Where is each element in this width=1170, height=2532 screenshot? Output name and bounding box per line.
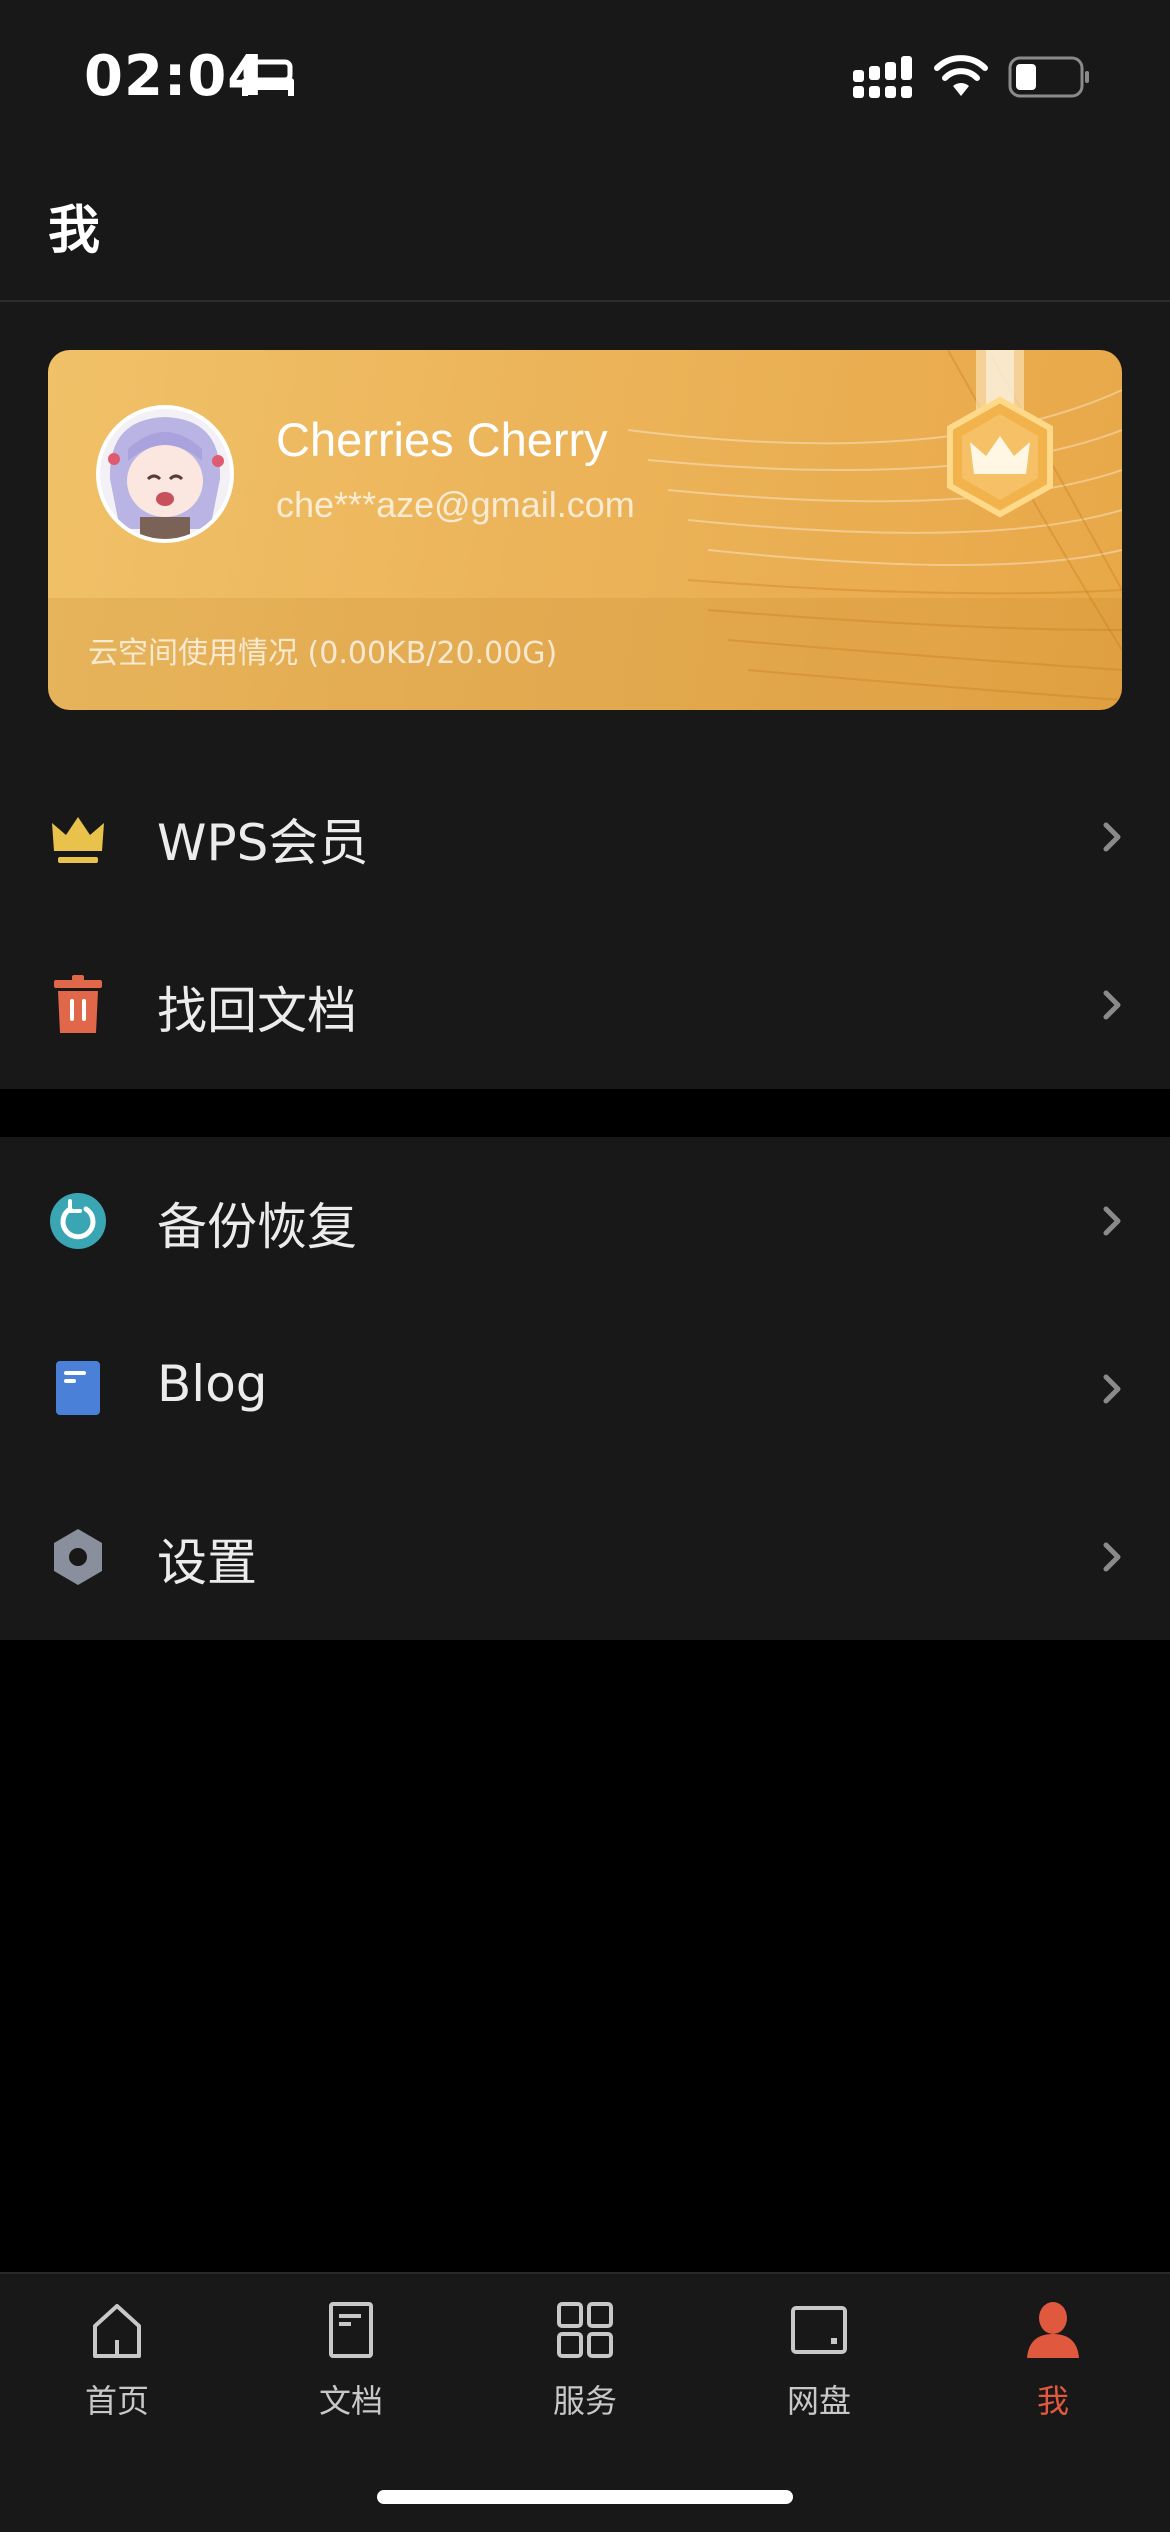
chevron-right-icon bbox=[1103, 1374, 1121, 1404]
menu-label: WPS会员 bbox=[157, 814, 369, 872]
status-bar: 02:04 bbox=[0, 0, 1170, 150]
battery-icon bbox=[1008, 56, 1089, 98]
chevron-right-icon bbox=[1103, 1542, 1121, 1572]
chevron-right-icon bbox=[1103, 990, 1121, 1020]
page-title: 我 bbox=[48, 201, 101, 261]
avatar[interactable] bbox=[96, 405, 234, 543]
tab-label: 网盘 bbox=[786, 2382, 851, 2420]
chevron-right-icon bbox=[1103, 822, 1121, 852]
menu-item-backup-restore[interactable]: 备份恢复 bbox=[0, 1137, 1170, 1305]
user-email: che***aze@gmail.com bbox=[276, 484, 635, 525]
avatar-illustration bbox=[100, 409, 230, 539]
blog-icon bbox=[56, 1361, 100, 1415]
user-name: Cherries Cherry bbox=[276, 413, 608, 466]
crown-icon bbox=[52, 817, 104, 863]
tab-label: 文档 bbox=[318, 2382, 383, 2420]
tab-label: 服务 bbox=[552, 2382, 617, 2420]
backup-restore-icon bbox=[50, 1193, 106, 1249]
profile-card[interactable]: Cherries Cherry che***aze@gmail.com 云空间使… bbox=[48, 350, 1122, 710]
bed-icon bbox=[242, 59, 294, 96]
grid-icon bbox=[557, 2302, 613, 2358]
home-icon bbox=[93, 2304, 141, 2358]
tab-services[interactable]: 服务 bbox=[468, 2300, 702, 2440]
menu-label: 找回文档 bbox=[157, 982, 357, 1040]
menu-item-blog[interactable]: Blog bbox=[0, 1305, 1170, 1473]
document-icon bbox=[329, 2302, 373, 2358]
wifi-icon bbox=[934, 55, 988, 96]
tab-label: 首页 bbox=[84, 2382, 149, 2420]
cloud-drive-icon bbox=[791, 2306, 847, 2354]
menu-label: 备份恢复 bbox=[157, 1198, 357, 1256]
menu-item-settings[interactable]: 设置 bbox=[0, 1473, 1170, 1641]
tab-me[interactable]: 我 bbox=[936, 2300, 1170, 2440]
chevron-right-icon bbox=[1103, 1206, 1121, 1236]
section-divider bbox=[0, 1089, 1170, 1137]
member-medal-icon bbox=[947, 350, 1053, 518]
menu-item-wps-member[interactable]: WPS会员 bbox=[0, 753, 1170, 921]
menu-item-recover-documents[interactable]: 找回文档 bbox=[0, 921, 1170, 1089]
home-indicator bbox=[377, 2490, 793, 2504]
person-icon bbox=[1027, 2302, 1079, 2358]
storage-usage: 云空间使用情况 (0.00KB/20.00G) bbox=[88, 636, 558, 671]
tab-home[interactable]: 首页 bbox=[0, 2300, 234, 2440]
trash-icon bbox=[54, 975, 102, 1033]
menu-label: Blog bbox=[157, 1355, 268, 1413]
settings-icon bbox=[54, 1529, 102, 1585]
tab-cloud-drive[interactable]: 网盘 bbox=[702, 2300, 936, 2440]
tab-documents[interactable]: 文档 bbox=[234, 2300, 468, 2440]
tab-label: 我 bbox=[1036, 2382, 1069, 2420]
menu-label: 设置 bbox=[157, 1534, 257, 1592]
signal-icon bbox=[853, 56, 912, 98]
nav-header: 我 bbox=[0, 150, 1170, 302]
